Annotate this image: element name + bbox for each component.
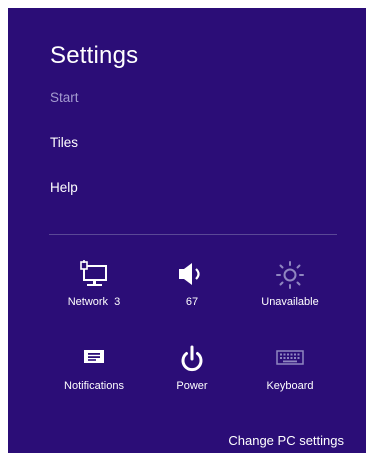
menu-item-start[interactable]: Start <box>50 90 79 105</box>
power-icon <box>144 340 240 380</box>
notifications-label: Notifications <box>64 380 124 392</box>
network-label: Network 3 <box>67 296 121 308</box>
notifications-tile[interactable]: Notifications <box>46 340 142 410</box>
menu-item-help[interactable]: Help <box>50 180 78 195</box>
notifications-icon <box>46 340 142 380</box>
change-pc-settings-link[interactable]: Change PC settings <box>228 433 344 448</box>
volume-icon <box>144 256 240 296</box>
keyboard-icon <box>242 340 338 380</box>
power-tile[interactable]: Power <box>144 340 240 410</box>
network-tile[interactable]: Network 3 <box>46 256 142 326</box>
brightness-tile[interactable]: Unavailable <box>242 256 338 326</box>
menu-item-tiles[interactable]: Tiles <box>50 135 78 150</box>
keyboard-tile[interactable]: Keyboard <box>242 340 338 410</box>
network-icon <box>46 256 142 296</box>
divider <box>49 234 337 235</box>
settings-charm-panel: Settings Start Tiles Help Network 3 67 U… <box>8 8 366 453</box>
volume-label: 67 <box>185 296 199 308</box>
keyboard-label: Keyboard <box>266 380 314 392</box>
power-label: Power <box>176 380 208 392</box>
brightness-label: Unavailable <box>261 296 319 308</box>
settings-title: Settings <box>50 42 139 69</box>
brightness-icon <box>242 256 338 296</box>
volume-tile[interactable]: 67 <box>144 256 240 326</box>
